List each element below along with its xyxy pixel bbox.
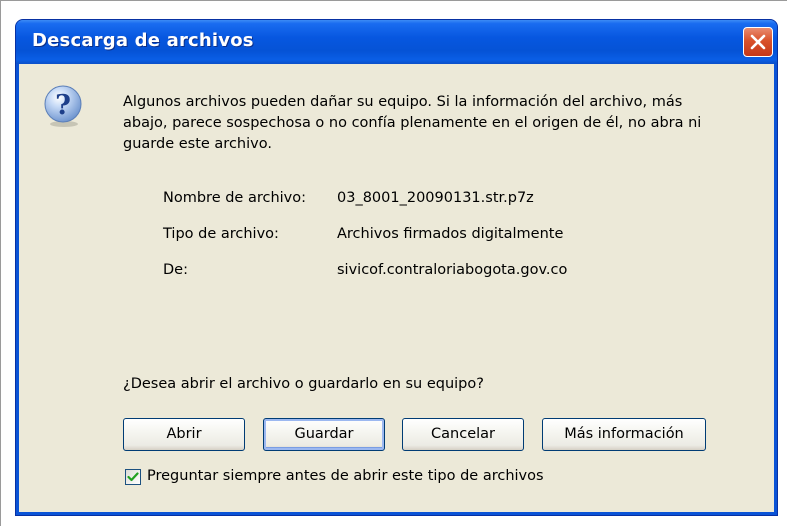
more-info-button[interactable]: Más información (542, 418, 706, 451)
file-download-dialog: Descarga de archivos ? Algunos archivos … (15, 19, 778, 516)
close-icon (750, 34, 766, 50)
dialog-title: Descarga de archivos (32, 30, 254, 51)
checkmark-icon (127, 472, 139, 482)
open-save-prompt: ¿Desea abrir el archivo o guardarlo en s… (123, 376, 484, 392)
file-name-value: 03_8001_20090131.str.p7z (337, 190, 534, 206)
svg-text:?: ? (55, 90, 71, 121)
file-type-value: Archivos firmados digitalmente (337, 226, 564, 242)
open-button[interactable]: Abrir (123, 418, 245, 451)
always-ask-checkbox[interactable] (125, 469, 141, 485)
screenshot-frame: Descarga de archivos ? Algunos archivos … (0, 0, 787, 526)
file-source-label: De: (163, 262, 188, 278)
title-bar[interactable]: Descarga de archivos (16, 20, 777, 64)
file-source-value: sivicof.contraloriabogota.gov.co (337, 262, 568, 278)
dialog-body: ? Algunos archivos pueden dañar su equip… (19, 64, 774, 512)
close-button[interactable] (743, 27, 773, 57)
save-button[interactable]: Guardar (263, 418, 385, 451)
always-ask-label[interactable]: Preguntar siempre antes de abrir este ti… (147, 468, 544, 484)
cancel-button[interactable]: Cancelar (402, 418, 524, 451)
question-icon: ? (44, 85, 82, 127)
warning-message: Algunos archivos pueden dañar su equipo.… (123, 94, 702, 152)
file-name-label: Nombre de archivo: (163, 190, 307, 206)
file-type-label: Tipo de archivo: (163, 226, 279, 242)
